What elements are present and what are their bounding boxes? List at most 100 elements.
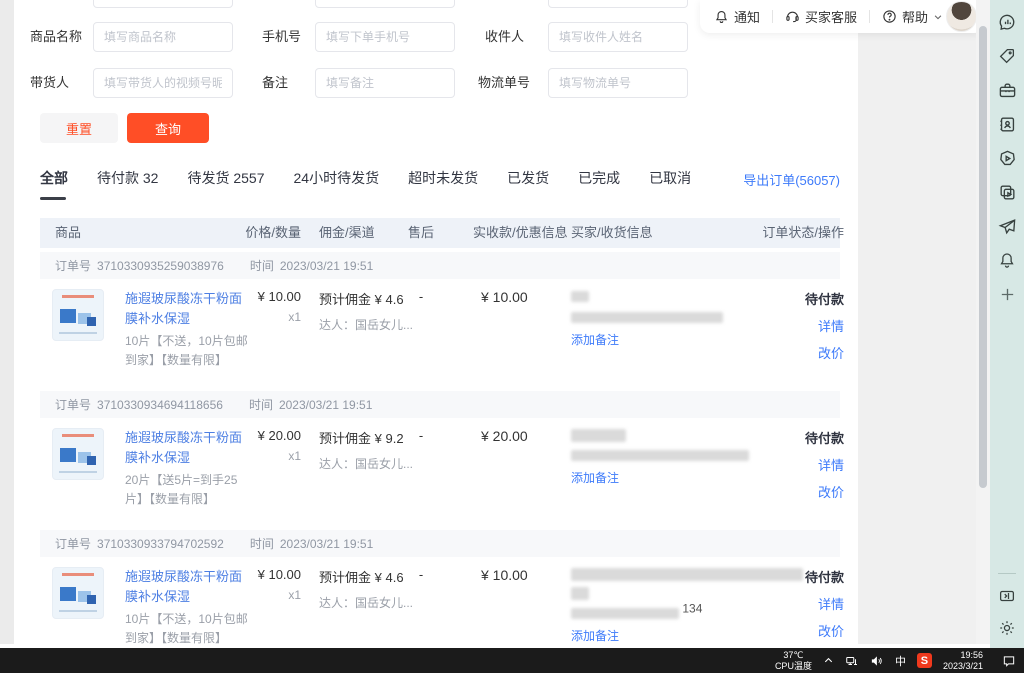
chevron-down-icon xyxy=(933,12,943,22)
detail-link[interactable]: 详情 xyxy=(724,316,844,335)
question-circle-icon xyxy=(882,9,897,24)
detail-link[interactable]: 详情 xyxy=(724,594,844,613)
bell-icon xyxy=(714,9,729,24)
toolbox-icon[interactable] xyxy=(997,80,1017,100)
recipient-label: 收件人 xyxy=(485,22,524,52)
volume-icon[interactable] xyxy=(870,654,884,668)
cpu-temp-widget[interactable]: 37℃ CPU温度 xyxy=(775,650,812,672)
order-no-label: 订单号 xyxy=(55,257,91,274)
cutoff-input-3[interactable] xyxy=(548,0,688,8)
order-bar: 订单号 3710330935259038976 时间 2023/03/21 19… xyxy=(40,252,840,279)
action-center-icon[interactable] xyxy=(1002,654,1016,668)
redacted-buyer-name xyxy=(571,429,626,442)
taskbar: 37℃ CPU温度 中 S 19:56 2023/3/21 xyxy=(0,648,1024,673)
tab-completed[interactable]: 已完成 xyxy=(578,168,620,200)
note-label: 备注 xyxy=(262,68,288,98)
tab-pending-shipment[interactable]: 待发货 2557 xyxy=(187,168,264,200)
channel-info: 达人：国岳女儿... xyxy=(319,594,444,611)
commission-label: 预计佣金 xyxy=(319,292,371,307)
query-button[interactable]: 查询 xyxy=(127,113,209,143)
reset-button[interactable]: 重置 xyxy=(40,113,118,143)
order-card: 订单号 3710330933794702592 时间 2023/03/21 19… xyxy=(40,530,840,644)
reprice-link[interactable]: 改价 xyxy=(724,621,844,640)
order-time-label: 时间 xyxy=(250,535,274,552)
help-button[interactable]: 帮助 xyxy=(882,7,943,26)
order-no-label: 订单号 xyxy=(55,396,91,413)
order-price: ¥ 20.00 xyxy=(258,428,301,443)
collapse-panel-icon[interactable] xyxy=(997,586,1017,606)
notify-label: 通知 xyxy=(734,7,760,26)
reprice-link[interactable]: 改价 xyxy=(724,482,844,501)
network-icon[interactable] xyxy=(845,654,859,668)
shield-play-icon[interactable] xyxy=(997,148,1017,168)
bell-icon[interactable] xyxy=(997,250,1017,270)
promoter-label: 带货人 xyxy=(30,68,69,98)
cutoff-input-1[interactable] xyxy=(93,0,233,8)
avatar[interactable] xyxy=(946,1,977,32)
order-qty: x1 xyxy=(201,588,301,602)
left-edge-strip xyxy=(0,0,14,644)
order-price: ¥ 10.00 xyxy=(258,567,301,582)
contacts-icon[interactable] xyxy=(997,114,1017,134)
detail-link[interactable]: 详情 xyxy=(724,455,844,474)
tab-24h-pending-shipment[interactable]: 24小时待发货 xyxy=(294,168,380,200)
paper-plane-icon[interactable] xyxy=(997,216,1017,236)
recipient-input[interactable] xyxy=(548,22,688,52)
order-no: 3710330933794702592 xyxy=(97,537,224,551)
export-orders-link[interactable]: 导出订单(56057) xyxy=(743,170,840,189)
product-spec: 10片【不送，10片包邮到家】【数量有限】 xyxy=(125,610,253,644)
tray-chevron-up-icon[interactable] xyxy=(823,655,834,666)
buyer-phone-fragment: 134 xyxy=(682,602,702,616)
header-product: 商品 xyxy=(55,218,81,248)
order-no: 3710330934694118656 xyxy=(97,398,223,412)
order-bar: 订单号 3710330934694118656 时间 2023/03/21 19… xyxy=(40,391,840,418)
notify-button[interactable]: 通知 xyxy=(714,7,760,26)
chat-analytics-icon[interactable] xyxy=(997,12,1017,32)
tag-icon[interactable] xyxy=(997,46,1017,66)
media-gallery-icon[interactable] xyxy=(997,182,1017,202)
add-icon[interactable] xyxy=(997,284,1017,304)
redacted-buyer-address xyxy=(571,312,723,323)
tab-shipped[interactable]: 已发货 xyxy=(507,168,549,200)
reprice-link[interactable]: 改价 xyxy=(724,343,844,362)
toolbar-divider xyxy=(869,10,870,23)
product-name-label: 商品名称 xyxy=(30,22,82,52)
order-time: 2023/03/21 19:51 xyxy=(280,259,373,273)
scrollbar-thumb[interactable] xyxy=(979,26,987,488)
header-aftersale: 售后 xyxy=(392,218,450,248)
redacted-buyer-name xyxy=(571,291,589,302)
tab-cancelled[interactable]: 已取消 xyxy=(649,168,691,200)
order-status: 待付款 xyxy=(805,431,844,446)
cutoff-input-2[interactable] xyxy=(315,0,455,8)
scrollbar-track[interactable] xyxy=(976,0,990,648)
phone-label: 手机号 xyxy=(262,22,301,52)
note-input[interactable] xyxy=(315,68,455,98)
clock-widget[interactable]: 19:56 2023/3/21 xyxy=(943,650,983,672)
tab-all[interactable]: 全部 xyxy=(40,168,68,200)
ime-indicator[interactable]: 中 xyxy=(895,653,906,669)
product-thumbnail[interactable] xyxy=(52,428,104,480)
tab-pending-payment[interactable]: 待付款 32 xyxy=(97,168,158,200)
cpu-temp: 37℃ xyxy=(783,650,803,660)
redacted-buyer-line2 xyxy=(571,587,589,600)
tracking-no-input[interactable] xyxy=(548,68,688,98)
order-row: 施遐玻尿酸冻干粉面膜补水保湿 20片【送5片=到手25片】【数量有限】 ¥ 20… xyxy=(40,418,840,526)
cpu-temp-label: CPU温度 xyxy=(775,661,812,671)
seller-order-management-screen: 商品名称 手机号 收件人 带货人 备注 物流单号 重置 查询 全部 待付款 32… xyxy=(0,0,1024,673)
channel-info: 达人：国岳女儿... xyxy=(319,455,444,472)
product-name-input[interactable] xyxy=(93,22,233,52)
add-note-link[interactable]: 添加备注 xyxy=(571,331,619,348)
product-spec: 20片【送5片=到手25片】【数量有限】 xyxy=(125,471,253,509)
add-note-link[interactable]: 添加备注 xyxy=(571,627,619,644)
order-bar: 订单号 3710330933794702592 时间 2023/03/21 19… xyxy=(40,530,840,557)
product-thumbnail[interactable] xyxy=(52,289,104,341)
promoter-input[interactable] xyxy=(93,68,233,98)
product-thumbnail[interactable] xyxy=(52,567,104,619)
customer-service-button[interactable]: 买家客服 xyxy=(785,7,857,26)
tab-overdue-unshipped[interactable]: 超时未发货 xyxy=(408,168,478,200)
add-note-link[interactable]: 添加备注 xyxy=(571,469,619,486)
phone-input[interactable] xyxy=(315,22,455,52)
sogou-input-icon[interactable]: S xyxy=(917,653,932,668)
order-qty: x1 xyxy=(201,449,301,463)
gear-icon[interactable] xyxy=(997,618,1017,638)
